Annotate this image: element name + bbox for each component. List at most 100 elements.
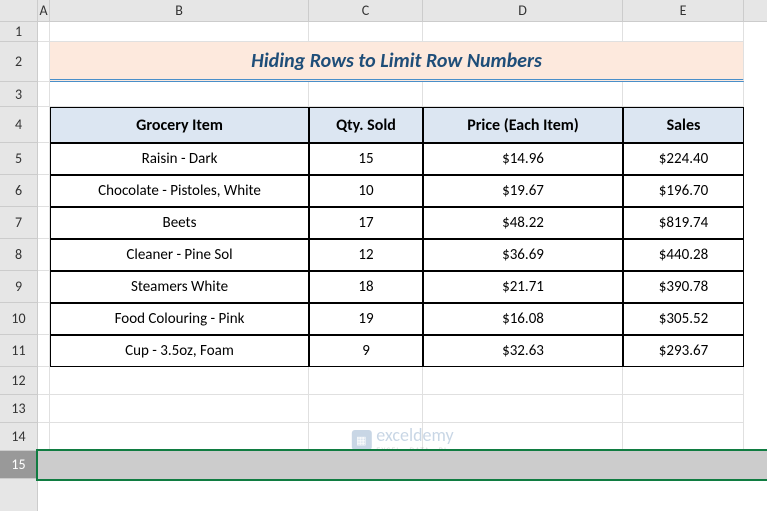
- cell-a12[interactable]: [38, 367, 50, 395]
- cell-qty[interactable]: 19: [309, 303, 423, 335]
- header-qty[interactable]: Qty. Sold: [309, 107, 423, 143]
- row-header-5[interactable]: 5: [0, 143, 37, 175]
- cell-blank[interactable]: [38, 143, 50, 175]
- cell-qty[interactable]: 9: [309, 335, 423, 367]
- grid-row-2: Hiding Rows to Limit Row Numbers: [38, 42, 767, 82]
- cell-blank[interactable]: [38, 239, 50, 271]
- table-row: Chocolate - Pistoles, White10$19.67$196.…: [38, 175, 767, 207]
- cell-d1[interactable]: [423, 22, 623, 42]
- cell-b15[interactable]: [50, 451, 309, 479]
- cell-item[interactable]: Steamers White: [50, 271, 309, 303]
- cell-item[interactable]: Beets: [50, 207, 309, 239]
- cell-price[interactable]: $21.71: [423, 271, 623, 303]
- table-header-row: Grocery Item Qty. Sold Price (Each Item)…: [38, 107, 767, 143]
- cell-e3[interactable]: [623, 82, 744, 107]
- row-header-11[interactable]: 11: [0, 335, 37, 367]
- cell-a14[interactable]: [38, 423, 50, 451]
- cell-e1[interactable]: [623, 22, 744, 42]
- cell-sales[interactable]: $293.67: [623, 335, 744, 367]
- header-sales[interactable]: Sales: [623, 107, 744, 143]
- header-item[interactable]: Grocery Item: [50, 107, 309, 143]
- cell-item[interactable]: Raisin - Dark: [50, 143, 309, 175]
- cell-price[interactable]: $14.96: [423, 143, 623, 175]
- col-header-d[interactable]: D: [423, 0, 623, 21]
- cell-b12[interactable]: [50, 367, 309, 395]
- cell-b13[interactable]: [50, 395, 309, 423]
- cell-c15[interactable]: [309, 451, 423, 479]
- row-header-12[interactable]: 12: [0, 367, 37, 395]
- cell-qty[interactable]: 10: [309, 175, 423, 207]
- header-price[interactable]: Price (Each Item): [423, 107, 623, 143]
- cell-item[interactable]: Food Colouring - Pink: [50, 303, 309, 335]
- cell-sales[interactable]: $305.52: [623, 303, 744, 335]
- cell-sales[interactable]: $196.70: [623, 175, 744, 207]
- cell-price[interactable]: $48.22: [423, 207, 623, 239]
- cell-sales[interactable]: $224.40: [623, 143, 744, 175]
- row-header-13[interactable]: 13: [0, 395, 37, 423]
- row-header-9[interactable]: 9: [0, 271, 37, 303]
- cell-a3[interactable]: [38, 82, 50, 107]
- table-row: Food Colouring - Pink19$16.08$305.52: [38, 303, 767, 335]
- cell-blank[interactable]: [38, 271, 50, 303]
- col-header-a[interactable]: A: [38, 0, 50, 21]
- row-header-6[interactable]: 6: [0, 175, 37, 207]
- row-header-1[interactable]: 1: [0, 22, 37, 42]
- cell-qty[interactable]: 17: [309, 207, 423, 239]
- cell-e15[interactable]: [623, 451, 744, 479]
- row-header-14[interactable]: 14: [0, 423, 37, 451]
- grid-body[interactable]: Hiding Rows to Limit Row Numbers Grocery…: [38, 22, 767, 511]
- cell-d12[interactable]: [423, 367, 623, 395]
- spreadsheet-grid: 1 2 3 4 5 6 7 8 9 10 11 12 13 14 15 A B …: [0, 0, 767, 511]
- cell-blank[interactable]: [38, 303, 50, 335]
- cell-c12[interactable]: [309, 367, 423, 395]
- title-cell[interactable]: Hiding Rows to Limit Row Numbers: [50, 42, 744, 82]
- cell-b14[interactable]: [50, 423, 309, 451]
- cell-a4[interactable]: [38, 107, 50, 143]
- cell-e14[interactable]: [623, 423, 744, 451]
- row-header-15[interactable]: 15: [0, 451, 37, 479]
- row-header-8[interactable]: 8: [0, 239, 37, 271]
- cell-a1[interactable]: [38, 22, 50, 42]
- cell-e12[interactable]: [623, 367, 744, 395]
- cell-sales[interactable]: $390.78: [623, 271, 744, 303]
- cell-qty[interactable]: 18: [309, 271, 423, 303]
- cell-qty[interactable]: 12: [309, 239, 423, 271]
- col-header-e[interactable]: E: [623, 0, 744, 21]
- cell-c1[interactable]: [309, 22, 423, 42]
- cell-item[interactable]: Cleaner - Pine Sol: [50, 239, 309, 271]
- cell-sales[interactable]: $819.74: [623, 207, 744, 239]
- col-header-c[interactable]: C: [309, 0, 423, 21]
- cell-c13[interactable]: [309, 395, 423, 423]
- cell-price[interactable]: $16.08: [423, 303, 623, 335]
- cell-d15[interactable]: [423, 451, 623, 479]
- grid-row-15-selected[interactable]: [38, 451, 767, 479]
- column-headers-row: A B C D E: [38, 0, 767, 22]
- cell-a13[interactable]: [38, 395, 50, 423]
- row-header-2[interactable]: 2: [0, 42, 37, 82]
- cell-c3[interactable]: [309, 82, 423, 107]
- cell-b1[interactable]: [50, 22, 309, 42]
- col-header-b[interactable]: B: [50, 0, 309, 21]
- row-header-3[interactable]: 3: [0, 82, 37, 107]
- cell-item[interactable]: Chocolate - Pistoles, White: [50, 175, 309, 207]
- cell-sales[interactable]: $440.28: [623, 239, 744, 271]
- cell-e13[interactable]: [623, 395, 744, 423]
- cell-a2[interactable]: [38, 42, 50, 82]
- cell-a15[interactable]: [38, 451, 50, 479]
- cell-price[interactable]: $36.69: [423, 239, 623, 271]
- page-title: Hiding Rows to Limit Row Numbers: [50, 49, 743, 73]
- cell-item[interactable]: Cup - 3.5oz, Foam: [50, 335, 309, 367]
- row-header-7[interactable]: 7: [0, 207, 37, 239]
- select-all-corner[interactable]: [0, 0, 37, 22]
- cell-d3[interactable]: [423, 82, 623, 107]
- cell-blank[interactable]: [38, 175, 50, 207]
- cell-price[interactable]: $32.63: [423, 335, 623, 367]
- cell-blank[interactable]: [38, 335, 50, 367]
- cell-b3[interactable]: [50, 82, 309, 107]
- row-header-4[interactable]: 4: [0, 107, 37, 143]
- cell-price[interactable]: $19.67: [423, 175, 623, 207]
- cell-qty[interactable]: 15: [309, 143, 423, 175]
- cell-blank[interactable]: [38, 207, 50, 239]
- cell-d13[interactable]: [423, 395, 623, 423]
- row-header-10[interactable]: 10: [0, 303, 37, 335]
